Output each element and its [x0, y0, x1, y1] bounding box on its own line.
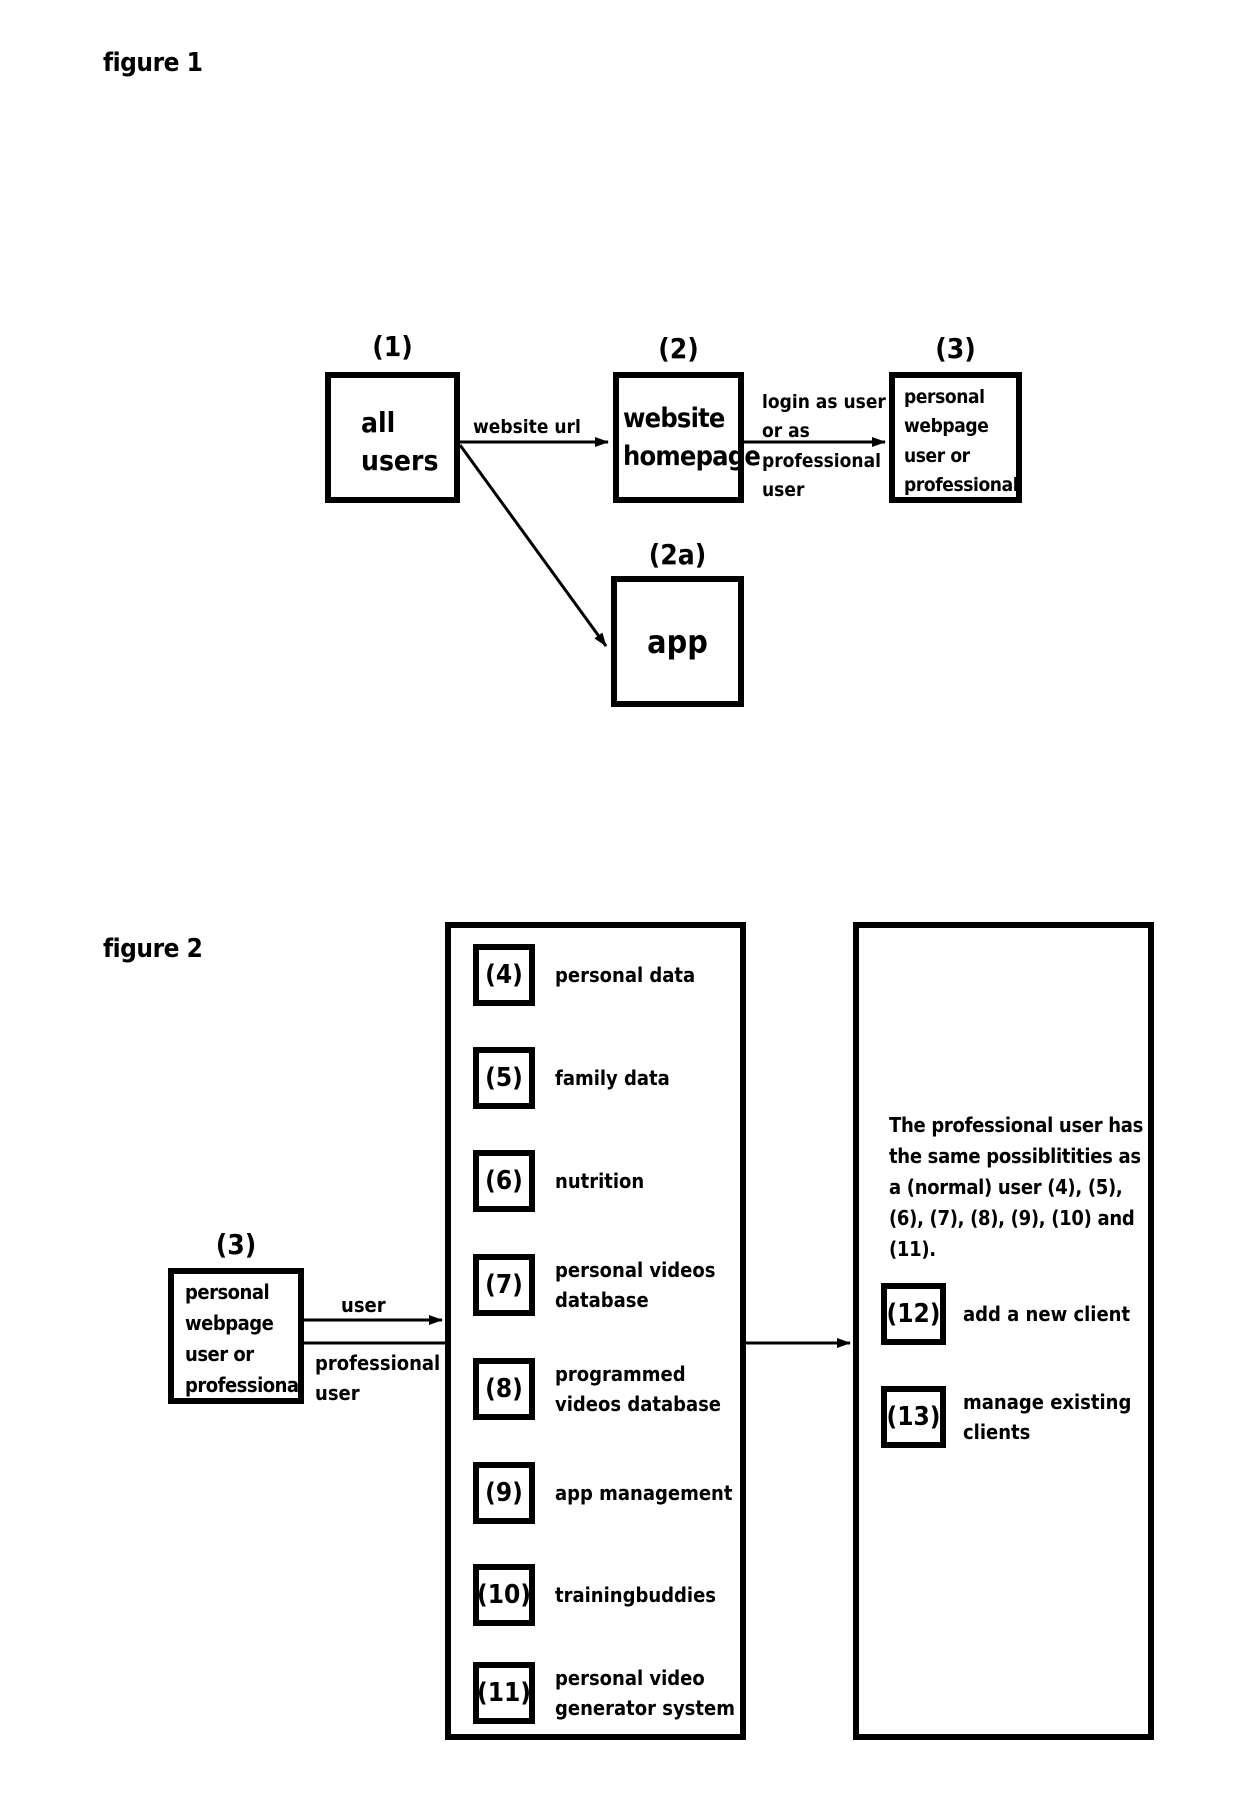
node-app: app	[611, 576, 744, 707]
node-website-homepage: website homepage	[613, 372, 761, 503]
professional-note-line: (11).	[889, 1237, 936, 1261]
node-1-line: all	[361, 406, 396, 439]
node-3-line: professional	[904, 474, 1019, 497]
item-ref-box: (7)	[473, 1254, 535, 1316]
item-ref-box: (10)	[473, 1564, 535, 1626]
node-3-line: user or	[904, 444, 970, 467]
source-line: webpage	[185, 1311, 274, 1335]
item-label: personal video generator system	[555, 1663, 735, 1723]
item-ref-box: (12)	[881, 1283, 946, 1345]
edge-label-user: user	[341, 1293, 386, 1317]
item-label-line: personal video	[555, 1666, 705, 1690]
item-label-line: videos database	[555, 1392, 722, 1416]
item-label-line: family data	[555, 1066, 670, 1090]
item-ref-box: (13)	[881, 1386, 946, 1448]
item-label: trainingbuddies	[555, 1580, 716, 1610]
item-label: app management	[555, 1478, 732, 1508]
source-line: professional	[185, 1373, 305, 1397]
item-label: personal videos database	[555, 1255, 715, 1315]
source-line: user or	[185, 1342, 254, 1366]
item-ref-box: (8)	[473, 1358, 535, 1420]
item-ref-box: (5)	[473, 1047, 535, 1109]
item-label-line: database	[555, 1288, 649, 1312]
item-label-line: personal videos	[555, 1258, 716, 1282]
item-label: personal data	[555, 960, 695, 990]
edge-label-line: user	[315, 1381, 360, 1405]
professional-note: The professional user has the same possi…	[889, 1110, 1143, 1265]
item-ref-box: (4)	[473, 944, 535, 1006]
professional-note-line: a (normal) user (4), (5),	[889, 1175, 1123, 1199]
node-2-ref: (2)	[658, 332, 699, 365]
edge-label-login: login as user or as professional user	[762, 388, 886, 506]
node-2a-line: app	[647, 623, 708, 661]
edge-label-website-url: website url	[473, 416, 581, 438]
source-line: personal	[185, 1280, 270, 1304]
item-label-line: trainingbuddies	[555, 1583, 716, 1607]
node-2-line: homepage	[623, 440, 761, 472]
item-label-line: app management	[555, 1481, 733, 1505]
node-1-line: users	[361, 443, 439, 477]
item-label: nutrition	[555, 1166, 644, 1196]
edge-label-line: login as user	[762, 391, 886, 413]
item-label: family data	[555, 1063, 670, 1093]
node-3-line: personal	[904, 386, 985, 408]
source-ref: (3)	[215, 1228, 257, 1261]
figure-2-title: figure 2	[103, 934, 203, 964]
figure-1-title: figure 1	[103, 48, 203, 78]
edge-label-line: or as	[762, 420, 810, 443]
node-1-ref: (1)	[372, 330, 413, 363]
professional-note-line: the same possiblitities as	[889, 1144, 1141, 1168]
source-personal-webpage: personal webpage user or professional	[168, 1268, 305, 1404]
item-ref-box: (11)	[473, 1662, 535, 1724]
node-2-line: website	[623, 403, 725, 434]
edge-label-line: user	[762, 479, 805, 502]
professional-note-line: The professional user has	[889, 1113, 1144, 1137]
node-2a-ref: (2a)	[648, 538, 707, 571]
node-3-ref: (3)	[935, 332, 976, 365]
item-label-line: nutrition	[555, 1169, 645, 1193]
item-label: programmed videos database	[555, 1359, 721, 1419]
edge-label-line: professional	[315, 1351, 441, 1375]
item-label-line: clients	[963, 1420, 1031, 1444]
edge-label-line: professional	[762, 449, 881, 472]
item-label: add a new client	[963, 1299, 1130, 1329]
item-label-line: programmed	[555, 1362, 686, 1386]
professional-note-line: (6), (7), (8), (9), (10) and	[889, 1206, 1135, 1230]
item-ref-box: (9)	[473, 1462, 535, 1524]
item-label: manage existing clients	[963, 1387, 1131, 1447]
node-3-line: webpage	[904, 415, 989, 438]
item-label-line: manage existing	[963, 1390, 1132, 1414]
item-label-line: generator system	[555, 1696, 735, 1720]
item-ref-box: (6)	[473, 1150, 535, 1212]
node-all-users: all users	[325, 372, 460, 503]
edge-allusers-app	[458, 444, 608, 647]
edge-label-professional: professional user	[315, 1348, 440, 1408]
item-label-line: add a new client	[963, 1302, 1131, 1326]
item-label-line: personal data	[555, 963, 696, 987]
node-personal-webpage: personal webpage user or professional	[889, 372, 1022, 503]
